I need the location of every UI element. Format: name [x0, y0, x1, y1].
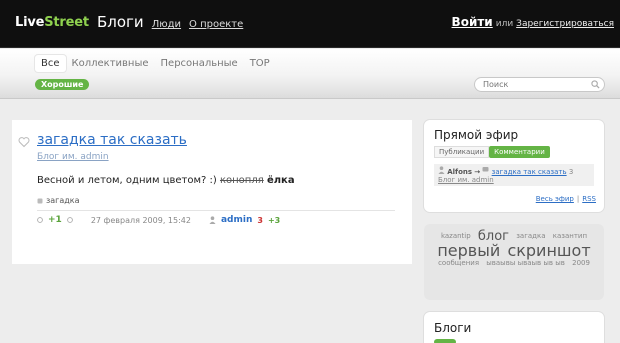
- cloud-tag[interactable]: загадка: [516, 233, 545, 240]
- nav-people[interactable]: Люди: [152, 19, 181, 30]
- live-item-arrow: →: [474, 168, 481, 176]
- cloud-tag[interactable]: ываывы ываыв ыв ыв: [486, 259, 565, 267]
- comment-icon: [482, 167, 489, 172]
- live-item-comments: 3: [568, 168, 574, 176]
- user-icon: [209, 216, 216, 224]
- site-logo[interactable]: LiveStreet: [15, 15, 89, 30]
- search-input[interactable]: [483, 78, 593, 91]
- post-text-strike: конопля: [219, 175, 264, 186]
- live-stream-tabs: Публикации Комментарии: [434, 146, 550, 158]
- blogs-tab-indicator[interactable]: [434, 339, 456, 343]
- live-stream-item: Alfons → загадка так сказать 3 Блог им. …: [434, 164, 594, 186]
- blog-filter-tabs: Все Коллективные Персональные TOP: [35, 55, 276, 72]
- auth-or-text: или: [495, 19, 514, 29]
- tab-top[interactable]: TOP: [244, 55, 276, 72]
- live-item-post-link[interactable]: загадка так сказать: [492, 168, 567, 176]
- favorite-heart-icon[interactable]: [18, 136, 30, 148]
- nav-blogs[interactable]: Блоги: [97, 13, 144, 31]
- post-tag-link[interactable]: загадка: [46, 196, 80, 205]
- logo-street-text: Street: [44, 15, 89, 30]
- tab-collective[interactable]: Коллективные: [66, 55, 155, 72]
- register-link[interactable]: Зарегистрироваться: [516, 19, 614, 29]
- cloud-tag[interactable]: сообщения: [438, 259, 479, 267]
- post-body: Весной и летом, одним цветом? :) конопля…: [37, 175, 295, 186]
- main-nav: Блоги Люди О проекте: [97, 13, 243, 31]
- cloud-tag[interactable]: скриншот: [507, 243, 590, 259]
- post-divider: [37, 210, 395, 211]
- post-blog-link[interactable]: Блог им. admin: [37, 152, 109, 162]
- cloud-tag[interactable]: первый: [437, 243, 500, 259]
- tab-personal[interactable]: Персональные: [155, 55, 244, 72]
- tag-icon: [37, 198, 43, 203]
- link-separator: |: [576, 195, 580, 203]
- cloud-tag[interactable]: казантип: [553, 233, 587, 240]
- search-icon[interactable]: [591, 80, 600, 89]
- user-icon: [438, 166, 445, 174]
- vote-down-icon[interactable]: [66, 217, 73, 223]
- blogs-block: Блоги: [424, 312, 604, 343]
- cloud-tag[interactable]: kazantip: [441, 233, 471, 240]
- post-author-link[interactable]: admin: [221, 215, 252, 225]
- blogs-title: Блоги: [434, 321, 472, 335]
- topic-post: загадка так сказать Блог им. admin Весно…: [12, 120, 412, 264]
- post-rating: +1: [48, 215, 62, 225]
- live-stream-block: Прямой эфир Публикации Комментарии Alfon…: [424, 120, 604, 212]
- login-link[interactable]: Войти: [452, 15, 493, 29]
- post-comments-new[interactable]: +3: [268, 216, 280, 225]
- post-info: +1 27 февраля 2009, 15:42 admin 3 +3: [37, 215, 280, 225]
- tab-all[interactable]: Все: [35, 55, 66, 72]
- nav-about[interactable]: О проекте: [189, 19, 243, 30]
- post-tags: загадка: [37, 196, 80, 205]
- live-item-user[interactable]: Alfons: [447, 168, 472, 176]
- post-comments-count[interactable]: 3: [257, 216, 263, 225]
- live-stream-title: Прямой эфир: [434, 128, 519, 142]
- live-stream-links: Весь эфир | RSS: [536, 195, 596, 203]
- rss-link[interactable]: RSS: [582, 195, 596, 203]
- live-item-blog-link[interactable]: Блог им. admin: [438, 176, 494, 184]
- logo-live-text: Live: [15, 15, 45, 30]
- top-header: LiveStreet Блоги Люди О проекте Войти ил…: [0, 0, 620, 48]
- post-text-bold: ёлка: [266, 175, 295, 186]
- cloud-tag[interactable]: 2009: [572, 259, 590, 267]
- vote-up-icon[interactable]: [37, 217, 43, 223]
- good-filter-badge[interactable]: Хорошие: [35, 79, 90, 90]
- all-stream-link[interactable]: Весь эфир: [536, 195, 574, 203]
- post-date: 27 февраля 2009, 15:42: [90, 215, 191, 225]
- post-title-link[interactable]: загадка так сказать: [37, 132, 187, 148]
- search-box: [474, 77, 605, 92]
- auth-links: Войти или Зарегистрироваться: [452, 15, 614, 29]
- tag-cloud: kazantip блог загадка казантип первый ск…: [424, 224, 604, 300]
- post-text-start: Весной и летом, одним цветом? :): [37, 175, 220, 186]
- tab-publications[interactable]: Публикации: [434, 146, 490, 158]
- tab-comments[interactable]: Комментарии: [489, 146, 550, 158]
